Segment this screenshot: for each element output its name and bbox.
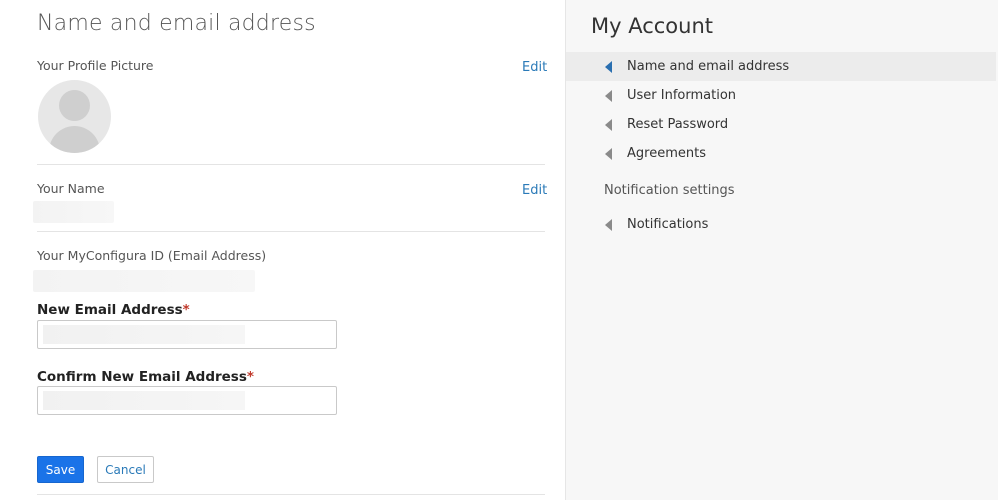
triangle-left-icon xyxy=(605,119,612,131)
new-email-field[interactable] xyxy=(37,320,337,349)
divider xyxy=(37,231,545,232)
triangle-left-icon xyxy=(605,148,612,160)
triangle-left-icon xyxy=(605,219,612,231)
sidebar-item-user-information[interactable]: User Information xyxy=(566,81,996,110)
notification-settings-heading: Notification settings xyxy=(604,183,735,198)
cancel-button[interactable]: Cancel xyxy=(97,456,154,483)
triangle-left-icon xyxy=(605,61,612,73)
new-email-input[interactable] xyxy=(38,321,336,348)
divider xyxy=(37,494,545,495)
confirm-email-label: Confirm New Email Address* xyxy=(37,369,254,385)
sidebar-item-reset-password[interactable]: Reset Password xyxy=(566,110,996,139)
sidebar-item-label: Reset Password xyxy=(627,117,729,132)
redacted-name-value xyxy=(33,201,114,223)
edit-profile-picture-link[interactable]: Edit xyxy=(522,60,547,75)
required-asterisk: * xyxy=(246,369,254,385)
new-email-label: New Email Address* xyxy=(37,302,190,318)
confirm-email-input[interactable] xyxy=(38,387,336,414)
page-title: Name and email address xyxy=(37,11,316,36)
account-sidebar: My Account Name and email address User I… xyxy=(565,0,998,500)
sidebar-item-notifications[interactable]: Notifications xyxy=(566,210,996,239)
edit-name-link[interactable]: Edit xyxy=(522,183,547,198)
sidebar-item-label: Notifications xyxy=(627,217,709,232)
sidebar-item-label: Agreements xyxy=(627,146,706,161)
sidebar-item-agreements[interactable]: Agreements xyxy=(566,139,996,168)
sidebar-title: My Account xyxy=(591,14,714,38)
required-asterisk: * xyxy=(182,302,190,318)
triangle-left-icon xyxy=(605,90,612,102)
avatar[interactable] xyxy=(38,80,111,153)
user-placeholder-icon-body xyxy=(49,126,100,153)
user-placeholder-icon xyxy=(59,90,90,121)
profile-picture-label: Your Profile Picture xyxy=(37,58,154,73)
sidebar-item-label: Name and email address xyxy=(627,59,790,74)
sidebar-item-name-and-email[interactable]: Name and email address xyxy=(566,52,996,81)
redacted-email-value xyxy=(33,270,255,292)
divider xyxy=(37,164,545,165)
main-panel: Name and email address Your Profile Pict… xyxy=(0,0,565,500)
sidebar-item-label: User Information xyxy=(627,88,737,103)
your-name-label: Your Name xyxy=(37,181,105,196)
myconfigura-id-label: Your MyConfigura ID (Email Address) xyxy=(37,248,267,263)
confirm-email-field[interactable] xyxy=(37,386,337,415)
save-button[interactable]: Save xyxy=(37,456,84,483)
